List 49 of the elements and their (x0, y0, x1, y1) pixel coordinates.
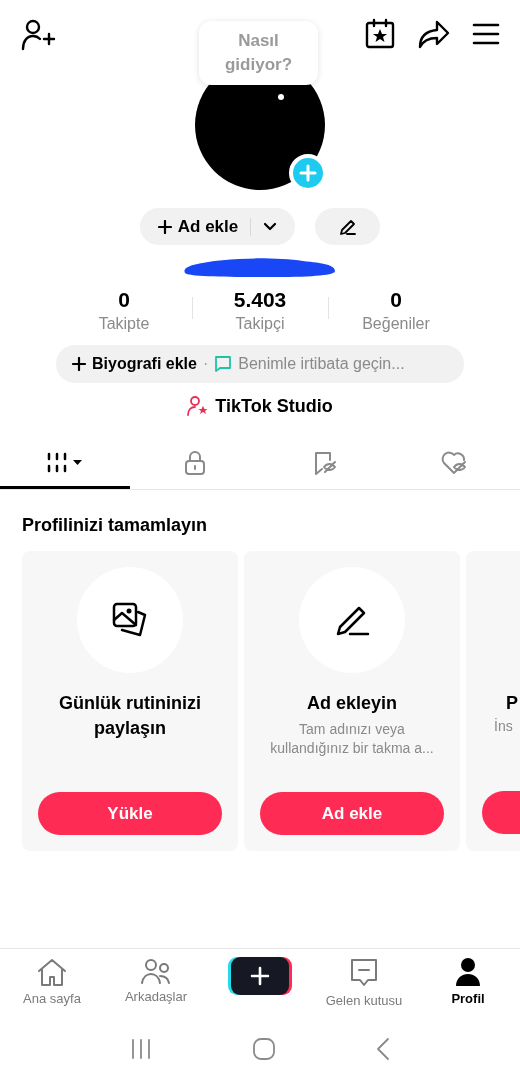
chevron-down-icon (263, 221, 278, 232)
menu-icon[interactable] (472, 22, 500, 46)
back-icon[interactable] (374, 1037, 391, 1061)
stat-label: Takipçi (235, 314, 285, 334)
card-button[interactable]: Yükle (38, 792, 222, 835)
nav-item[interactable]: Arkadaşlar (104, 957, 208, 1018)
home-icon (36, 957, 68, 987)
card-description: İns (493, 717, 514, 735)
stat-value: 5.403 (233, 287, 287, 313)
stat-value: 0 (390, 287, 402, 313)
plus-icon (250, 966, 270, 986)
create-button[interactable] (231, 957, 289, 995)
share-icon[interactable] (418, 19, 450, 49)
nav-item[interactable]: Profil (416, 957, 520, 1018)
stat-label: Beğeniler (362, 314, 430, 334)
nav-item[interactable]: Gelen kutusu (312, 957, 416, 1018)
card-button[interactable] (482, 791, 520, 834)
photos-icon (112, 602, 148, 638)
speech-bubble-tooltip: Nasıl gidiyor? (199, 21, 318, 85)
home-button-icon[interactable] (252, 1037, 276, 1061)
lock-icon (183, 449, 207, 476)
studio-link[interactable]: TikTok Studio (187, 393, 333, 419)
card-button[interactable]: Ad ekle (260, 792, 444, 835)
calendar-star-icon[interactable] (364, 18, 396, 50)
separator-dot: · (202, 354, 209, 374)
bio-bar[interactable]: Biyografi ekle · Benimle irtibata geçin... (56, 345, 464, 383)
plus-icon (157, 219, 172, 234)
chat-icon (214, 355, 233, 373)
card-title: Ad ekleyin (306, 692, 397, 715)
card-title: P (505, 692, 519, 715)
plus-icon (72, 357, 86, 371)
message-icon (349, 957, 379, 989)
section-title: Profilinizi tamamlayın (21, 514, 209, 537)
stat-label: Takipte (98, 314, 150, 334)
contact-label: Benimle irtibata geçin... (238, 354, 405, 374)
stat-value: 0 (118, 287, 130, 313)
bookmark-hidden-icon (312, 449, 338, 476)
grid-icon (46, 451, 84, 474)
edit-button[interactable] (315, 208, 381, 245)
person-star-icon (187, 396, 210, 416)
people-icon (140, 957, 172, 985)
add-name-button[interactable]: Ad ekle (139, 208, 296, 245)
card-description: Tam adınızı veya kullandığınız bir takma a... (269, 720, 435, 758)
card-title: Günlük rutininizi paylaşın (58, 692, 202, 740)
add-friend-icon[interactable] (20, 18, 56, 52)
nav-item[interactable]: Ana sayfa (0, 957, 104, 1018)
person-icon (454, 957, 482, 987)
bio-add-label: Biyografi ekle (92, 354, 197, 374)
pencil-icon (338, 217, 357, 236)
